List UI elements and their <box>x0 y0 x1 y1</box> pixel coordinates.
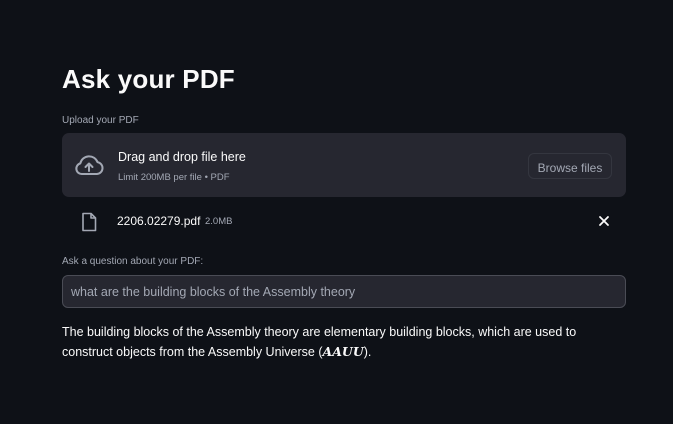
answer-text-before: The building blocks of the Assembly theo… <box>62 325 577 359</box>
app-main: Ask your PDF Upload your PDF Drag and dr… <box>0 0 673 424</box>
question-label: Ask a question about your PDF: <box>62 256 204 267</box>
question-input[interactable] <box>62 275 626 308</box>
cloud-upload-icon <box>75 155 104 175</box>
uploaded-file-name: 2206.02279.pdf <box>117 214 201 228</box>
file-dropzone[interactable]: Drag and drop file here Limit 200MB per … <box>62 133 626 197</box>
uploaded-file-size: 2.0MB <box>205 216 233 227</box>
answer-text-after: ). <box>363 345 372 359</box>
uploaded-file-item: 2206.02279.pdf 2.0MB <box>62 208 626 236</box>
page-title: Ask your PDF <box>62 64 235 94</box>
answer-math: AAUU <box>322 344 364 359</box>
dropzone-instructions: Drag and drop file here <box>118 150 246 164</box>
upload-label: Upload your PDF <box>62 115 139 126</box>
file-icon <box>82 212 97 232</box>
answer-text: The building blocks of the Assembly theo… <box>62 322 626 362</box>
close-icon[interactable] <box>597 214 611 228</box>
dropzone-limit-text: Limit 200MB per file • PDF <box>118 172 230 183</box>
browse-files-button[interactable]: Browse files <box>528 153 612 179</box>
